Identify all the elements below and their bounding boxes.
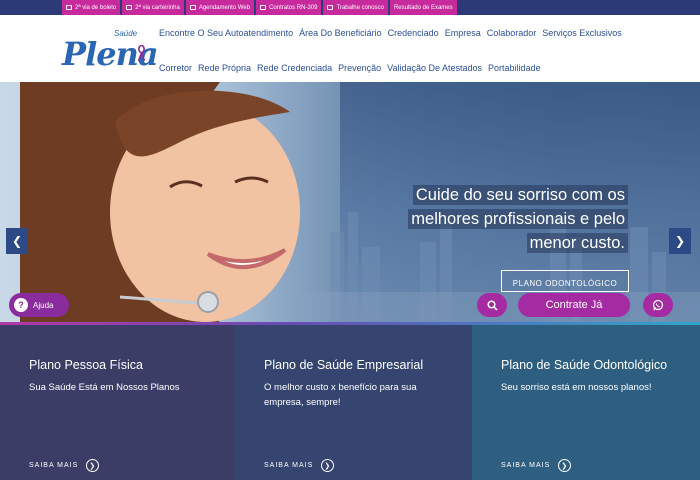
main-nav-row-2: Corretor Rede Própria Rede Credenciada P… (159, 63, 541, 73)
gear-icon (260, 5, 267, 10)
help-label: Ajuda (33, 300, 54, 310)
card-description: Sua Saúde Está em Nossos Planos (29, 382, 180, 393)
nav-servicos-exclusivos[interactable]: Serviços Exclusivos (542, 28, 622, 38)
search-button[interactable] (477, 293, 507, 317)
carteirinha-link[interactable]: 2ª via carteirinha (122, 0, 184, 15)
boleto-label: 2ª via de boleto (75, 4, 117, 11)
chevron-right-icon: ❯ (674, 234, 686, 248)
top-utility-bar: 2ª via de boleto 2ª via carteirinha Agen… (0, 0, 700, 15)
card-title: Plano de Saúde Odontológico (501, 358, 668, 372)
contratos-link[interactable]: Contratos RN-309 (256, 0, 322, 15)
question-icon: ? (14, 298, 28, 312)
whatsapp-button[interactable] (643, 293, 673, 317)
nav-prevencao[interactable]: Prevenção (338, 63, 381, 73)
headline-line-1: Cuide do seu sorriso com os (412, 185, 628, 205)
chevron-right-icon: ❯ (86, 459, 100, 472)
nav-validacao-atestados[interactable]: Validação De Atestados (387, 63, 482, 73)
boleto-link[interactable]: 2ª via de boleto (62, 0, 121, 15)
headline-line-2: melhores profissionais e pelo (408, 209, 628, 229)
plano-odontologico-tag: PLANO ODONTOLÓGICO (501, 270, 629, 292)
hero-headline: Cuide do seu sorriso com os melhores pro… (402, 183, 628, 255)
nav-area-beneficiario[interactable]: Área Do Beneficiário (299, 28, 382, 38)
saiba-mais-label: SAIBA MAIS (501, 462, 551, 469)
agendamento-label: Agendamento Web (198, 4, 251, 11)
trabalhe-label: Trabalhe conosco (336, 4, 384, 11)
card-pessoa-fisica[interactable]: Plano Pessoa Física Sua Saúde Está em No… (0, 325, 235, 480)
card-description: O melhor custo x benefício para sua empr… (264, 382, 417, 408)
help-button[interactable]: ? Ajuda (9, 293, 69, 317)
smiling-woman-image (20, 82, 300, 322)
id-card-icon (126, 5, 133, 10)
nav-portabilidade[interactable]: Portabilidade (488, 63, 541, 73)
main-nav-row-1: Encontre O Seu Autoatendimento Área Do B… (159, 28, 622, 38)
printer-icon (66, 5, 72, 10)
saiba-mais-link[interactable]: SAIBA MAIS ❯ (501, 459, 572, 472)
exames-label: Resultado de Exames (393, 4, 453, 11)
saiba-mais-label: SAIBA MAIS (29, 462, 79, 469)
exames-link[interactable]: Resultado de Exames (389, 0, 457, 15)
hero-banner: Cuide do seu sorriso com os melhores pro… (0, 82, 700, 322)
chevron-right-icon: ❯ (321, 459, 335, 472)
chevron-left-icon: ❮ (11, 234, 23, 248)
card-title: Plano Pessoa Física (29, 358, 143, 372)
contratos-label: Contratos RN-309 (269, 4, 318, 11)
saiba-mais-label: SAIBA MAIS (264, 462, 314, 469)
saiba-mais-link[interactable]: SAIBA MAIS ❯ (29, 459, 100, 472)
nav-empresa[interactable]: Empresa (445, 28, 481, 38)
nav-colaborador[interactable]: Colaborador (487, 28, 537, 38)
carousel-prev-button[interactable]: ❮ (6, 228, 28, 254)
site-header: Saúde Plena Encontre O Seu Autoatendimen… (0, 15, 700, 82)
trabalhe-link[interactable]: Trabalhe conosco (323, 0, 388, 15)
carousel-next-button[interactable]: ❯ (669, 228, 691, 254)
agendamento-link[interactable]: Agendamento Web (185, 0, 255, 15)
nav-credenciado[interactable]: Credenciado (388, 28, 439, 38)
envelope-icon (327, 5, 334, 10)
carteirinha-label: 2ª via carteirinha (135, 4, 180, 11)
headline-line-3: menor custo. (526, 233, 628, 253)
utility-links: 2ª via de boleto 2ª via carteirinha Agen… (62, 0, 457, 15)
nav-rede-credenciada[interactable]: Rede Credenciada (257, 63, 332, 73)
plan-cards: Plano Pessoa Física Sua Saúde Está em No… (0, 325, 700, 480)
calendar-icon (189, 5, 196, 10)
search-icon (486, 299, 498, 311)
ribbon-icon (138, 45, 145, 61)
nav-rede-propria[interactable]: Rede Própria (198, 63, 251, 73)
plena-logo[interactable]: Saúde Plena (62, 23, 159, 73)
card-odontologico[interactable]: Plano de Saúde Odontológico Seu sorriso … (472, 325, 700, 480)
nav-corretor[interactable]: Corretor (159, 63, 192, 73)
saiba-mais-link[interactable]: SAIBA MAIS ❯ (264, 459, 335, 472)
card-description: Seu sorriso está em nossos planos! (501, 382, 652, 393)
nav-autoatendimento[interactable]: Encontre O Seu Autoatendimento (159, 28, 293, 38)
chevron-right-icon: ❯ (558, 459, 572, 472)
contrate-ja-button[interactable]: Contrate Já (518, 293, 630, 317)
whatsapp-icon (652, 299, 664, 311)
card-title: Plano de Saúde Empresarial (264, 358, 424, 372)
card-empresarial[interactable]: Plano de Saúde Empresarial O melhor cust… (235, 325, 472, 480)
